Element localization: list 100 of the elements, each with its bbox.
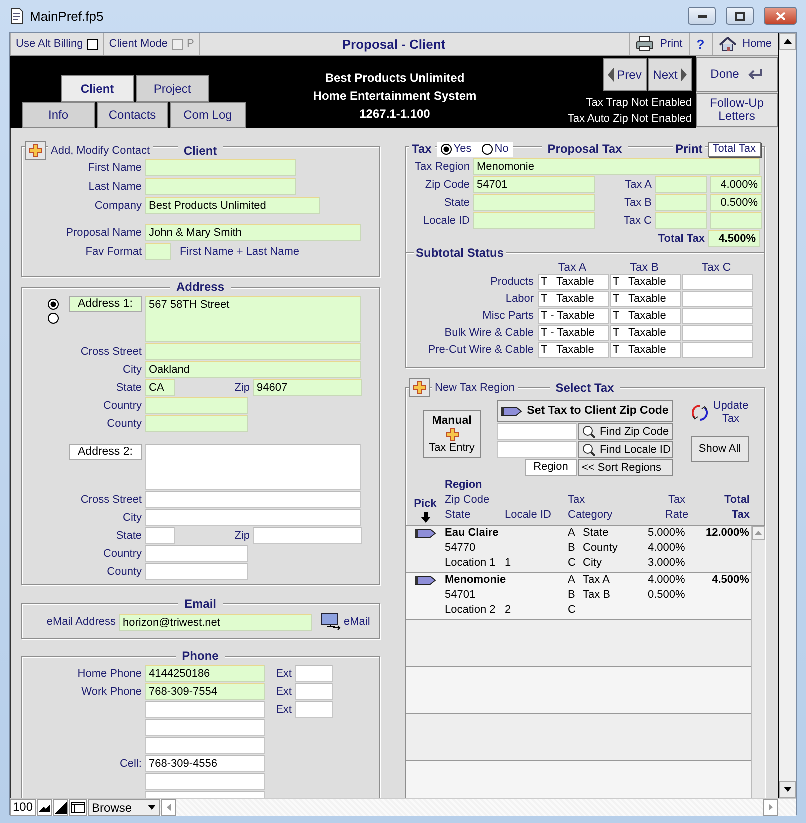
column-header: Pick — [414, 497, 437, 512]
section-title: Client — [178, 144, 224, 158]
tab[interactable]: Client — [61, 75, 134, 102]
find-zip-button[interactable]: Find Zip Code — [578, 423, 673, 440]
input-field[interactable]: 4.000% — [710, 176, 762, 193]
header-text: 1267.1-1.100 — [360, 107, 430, 121]
input-field[interactable]: 54701 — [473, 176, 595, 193]
input-field[interactable]: 4144250186 — [145, 665, 265, 682]
table-cell[interactable]: T Taxable — [610, 342, 681, 358]
set-tax-button[interactable]: Set Tax to Client Zip Code — [497, 400, 673, 422]
table-cell-text: Tax B — [583, 589, 612, 603]
address-label: Address 2: — [69, 444, 142, 460]
done-button[interactable]: Done — [696, 57, 778, 92]
input-field[interactable]: 0.500% — [710, 194, 762, 211]
page-title: Proposal - Client — [342, 36, 446, 52]
mode-letter: P — [186, 38, 194, 50]
sort-regions-button[interactable]: << Sort Regions — [578, 459, 673, 476]
zoom-level[interactable]: 100 — [10, 799, 36, 816]
input-field[interactable]: John & Mary Smith — [145, 224, 361, 241]
table-cell-text: 54701 — [445, 589, 477, 603]
home-button[interactable]: Home — [712, 33, 778, 55]
tab[interactable]: Project — [136, 75, 209, 102]
table-cell[interactable]: T Taxable — [610, 291, 681, 307]
input-field[interactable]: 4.500% — [708, 230, 760, 247]
field-label: Pre-Cut Wire & Cable — [427, 344, 534, 356]
field-label: Cell: — [118, 758, 142, 770]
radio-option[interactable]: Yes — [440, 143, 472, 155]
input-field[interactable]: 94607 — [253, 379, 362, 396]
field-label: First Name — [87, 162, 142, 174]
field-label: State — [115, 382, 142, 394]
field-label: Work Phone — [80, 686, 142, 698]
follow-up-letters-button[interactable]: Follow-Up Letters — [696, 92, 778, 127]
find-locale-button[interactable]: Find Locale ID — [578, 441, 673, 458]
show-all-button[interactable]: Show All — [691, 436, 749, 462]
table-cell-text: Location 1 — [445, 557, 497, 571]
table-cell[interactable]: T - Taxable — [538, 308, 609, 324]
input-field[interactable]: 768-309-7554 — [145, 683, 265, 700]
column-header: Locale ID — [505, 508, 552, 523]
table-cell[interactable]: T - Taxable — [538, 325, 609, 341]
input-field[interactable]: horizon@triwest.net — [119, 614, 312, 630]
table-cell[interactable]: T Taxable — [538, 342, 609, 358]
table-cell-text: C — [568, 604, 577, 618]
new-tax-region-link[interactable]: New Tax Region — [432, 382, 518, 394]
field-label: Zip — [234, 530, 250, 542]
field-label: Company — [94, 200, 142, 212]
add-contact-link[interactable]: Add, Modify Contact — [48, 144, 154, 156]
field-label: Zip — [234, 382, 250, 394]
table-cell-text: 0.500% — [648, 589, 686, 603]
table-cell-text: 12.000% — [706, 527, 750, 541]
help-button[interactable]: ? — [688, 33, 712, 55]
checkbox-label: Use Alt Billing — [16, 38, 84, 50]
prev-button[interactable]: Prev — [603, 58, 647, 91]
field-label: Total Tax — [657, 232, 705, 244]
manual-tax-entry-button[interactable]: Manual Tax Entry — [423, 410, 481, 458]
table-cell-text: 4.000% — [648, 574, 686, 588]
section-title: Proposal Tax — [542, 142, 628, 156]
field-label: State — [443, 196, 470, 208]
print-button[interactable]: Print — [629, 33, 689, 55]
section-title: Subtotal Status — [414, 246, 506, 260]
input-field[interactable]: 768-309-4556 — [145, 755, 265, 772]
radio-label: No — [494, 143, 509, 155]
table-cell[interactable]: T Taxable — [610, 274, 681, 290]
column-header: Tax C — [700, 262, 732, 274]
email-button[interactable]: eMail — [321, 613, 370, 631]
table-cell[interactable]: T Taxable — [610, 308, 681, 324]
column-header: Tax B — [629, 262, 660, 274]
input-field[interactable]: CA — [145, 379, 175, 396]
next-button[interactable]: Next — [648, 58, 692, 91]
table-cell[interactable]: T Taxable — [610, 325, 681, 341]
input-field[interactable]: Oakland — [145, 361, 361, 378]
field-label: Ext — [276, 704, 292, 716]
radio-option[interactable]: No — [482, 143, 509, 155]
update-tax-button[interactable]: Update Tax — [691, 400, 749, 426]
field-label: City — [122, 364, 142, 376]
table-cell-text: 1 — [505, 557, 512, 571]
tab[interactable]: Info — [22, 102, 95, 128]
column-header: Region Zip Code State — [445, 478, 491, 523]
table-cell-text: A — [568, 574, 576, 588]
mode-dropdown[interactable]: Browse — [88, 799, 160, 816]
field-label: County — [106, 418, 142, 430]
field-label: Tax Region — [414, 160, 470, 172]
table-cell-text: City — [583, 557, 603, 571]
column-header: Tax Category — [568, 493, 614, 523]
total-tax-button[interactable]: Total Tax — [708, 142, 761, 156]
tab[interactable]: Com Log — [170, 102, 246, 128]
field-label: Proposal Name — [65, 226, 142, 238]
field-label: Products — [490, 276, 534, 288]
table-cell-text: Tax A — [583, 574, 611, 588]
input-field[interactable]: Menomonie — [473, 158, 760, 175]
input-field[interactable]: 567 58TH Street — [145, 296, 361, 342]
header-text: Best Products Unlimited — [325, 71, 465, 85]
field-label: Region — [525, 459, 577, 476]
field-label: Misc Parts — [482, 310, 534, 322]
status-notice: Tax Auto Zip Not Enabled — [568, 112, 692, 127]
tab[interactable]: Contacts — [97, 102, 168, 128]
input-field[interactable]: Best Products Unlimited — [145, 197, 320, 214]
address-label: Address 1: — [69, 296, 142, 312]
field-label: Cross Street — [80, 346, 142, 358]
table-cell[interactable]: T Taxable — [538, 274, 609, 290]
table-cell[interactable]: T Taxable — [538, 291, 609, 307]
